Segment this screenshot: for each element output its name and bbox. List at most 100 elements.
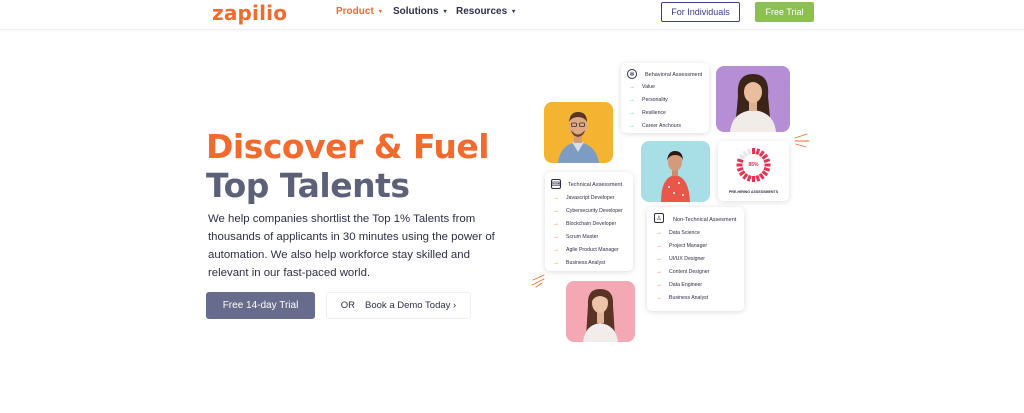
list-item-label: Data Science [669, 229, 700, 236]
free-trial-button[interactable]: Free Trial [755, 2, 814, 22]
list-item-label: UI/UX Designer [669, 255, 706, 262]
arrow-right-icon: → [553, 220, 559, 227]
behavioral-assessment-card: ✻ Behavioral Assessment → Value → Personal… [621, 63, 709, 133]
list-item: → Blockchain Developer [553, 217, 623, 230]
list-item: → Data Engineer [656, 278, 709, 291]
gauge-segment [742, 150, 749, 157]
chevron-down-icon: ▾ [512, 9, 516, 15]
list-item-label: Value [642, 83, 655, 90]
list-item-label: Javascript Developer [566, 194, 615, 201]
gauge-percentage: 85% [748, 162, 759, 168]
chevron-down-icon: ▾ [443, 9, 447, 15]
non-technical-card-title: Non-Technical Assesment [673, 217, 737, 223]
candidate-photo-woman-pink [566, 281, 635, 342]
gauge-segment [746, 174, 752, 182]
technical-items-list: → Javascript Developer → Cybersecurity Dev… [553, 191, 623, 269]
list-item: → Scrum Master [553, 230, 623, 243]
list-item: → Personality [629, 93, 681, 106]
non-technical-items-list: → Data Science → Project Manager → UI/UX De… [656, 226, 709, 304]
arrow-right-icon: → [656, 242, 662, 249]
list-item-label: Career Anchours [642, 122, 681, 129]
list-item-label: Cybersecurity Developer [566, 207, 623, 214]
behavioral-items-list: → Value → Personality → Resilience → Career … [629, 80, 681, 132]
arrow-right-icon: → [553, 246, 559, 253]
candidate-photo-man [544, 102, 613, 163]
arrow-right-icon: → [553, 259, 559, 266]
book-demo-button[interactable]: OR Book a Demo Today › [326, 292, 471, 319]
list-item: → Project Manager [656, 239, 709, 252]
arrow-right-icon: → [553, 207, 559, 214]
nav-product[interactable]: Product ▾ [336, 6, 382, 17]
hero-title-line1: Discover & Fuel [206, 127, 490, 166]
list-item-label: Business Analyst [669, 294, 709, 301]
candidate-photo-woman-purple [716, 66, 790, 132]
arrow-right-icon: → [629, 122, 635, 129]
gauge-segment [755, 174, 761, 182]
nav-resources-label: Resources [456, 6, 508, 17]
list-item: → Cybersecurity Developer [553, 204, 623, 217]
list-item: → Career Anchours [629, 119, 681, 132]
hero-title-line2: Top Talents [206, 166, 410, 205]
list-item: → Agile Product Manager [553, 243, 623, 256]
behavioral-card-title: Behavioral Assessment [645, 72, 703, 78]
or-label: OR [340, 300, 356, 311]
zapilio-logo[interactable]: zapilio [212, 1, 287, 25]
gauge-segment [763, 166, 771, 172]
nav-product-label: Product [336, 6, 374, 17]
list-item-label: Content Designer [669, 268, 710, 275]
arrow-right-icon: → [553, 194, 559, 201]
gauge-segment [742, 173, 749, 180]
gauge-segment [761, 170, 769, 177]
nav-resources[interactable]: Resources ▾ [456, 6, 515, 17]
brain-icon: ✻ [627, 69, 637, 79]
gauge-segment [758, 173, 765, 180]
arrow-right-icon: → [553, 233, 559, 240]
list-item-label: Project Manager [669, 242, 708, 249]
gauge-segment [761, 153, 769, 160]
gauge-segment [746, 148, 752, 156]
gauge-segment [758, 150, 765, 157]
chevron-down-icon: ▾ [378, 9, 382, 15]
spark-lines-decoration [531, 274, 545, 288]
arrow-right-icon: → [629, 109, 635, 116]
hero-description: We help companies shortlist the Top 1% T… [208, 213, 495, 279]
list-item-label: Data Engineer [669, 281, 703, 288]
nav-solutions[interactable]: Solutions ▾ [393, 6, 447, 17]
list-item: → Content Designer [656, 265, 709, 278]
technical-assessment-card: ⌨ Technical Assessment → Javascript Devel… [545, 172, 633, 271]
list-item-label: Agile Product Manager [566, 246, 619, 253]
gauge-segment [755, 148, 761, 156]
list-item: → Business Analyst [553, 256, 623, 269]
gauge-caption: PRE-HIRING ASSESSMENTS [728, 190, 779, 194]
list-item: → Business Analyst [656, 291, 709, 304]
arrow-right-icon: → [656, 229, 662, 236]
top-navigation-bar: zapilio Product ▾ Solutions ▾ Resources … [0, 0, 1024, 30]
list-item-label: Resilience [642, 109, 666, 116]
spark-lines-decoration [794, 133, 810, 148]
for-individuals-button[interactable]: For Individuals [661, 2, 740, 22]
pre-hiring-gauge-card: 85% PRE-HIRING ASSESSMENTS [718, 141, 789, 201]
nav-solutions-label: Solutions [393, 6, 439, 17]
list-item-label: Scrum Master [566, 233, 599, 240]
list-item-label: Blockchain Developer [566, 220, 617, 227]
arrow-right-icon: → [629, 83, 635, 90]
list-item-label: Business Analyst [566, 259, 606, 266]
technical-card-title: Technical Assessment [568, 182, 623, 188]
candidate-photo-woman-red [641, 141, 710, 202]
gauge-segment [738, 170, 746, 177]
list-item: → Resilience [629, 106, 681, 119]
arrow-right-icon: → [656, 255, 662, 262]
person-lock-icon: ♙ [654, 213, 664, 223]
gauge-segment [738, 153, 746, 160]
arrow-right-icon: → [656, 268, 662, 275]
arrow-right-icon: → [656, 281, 662, 288]
list-item: → Data Science [656, 226, 709, 239]
arrow-right-icon: → [629, 96, 635, 103]
list-item: → Javascript Developer [553, 191, 623, 204]
free-14-day-trial-button[interactable]: Free 14-day Trial [206, 292, 315, 319]
list-item: → Value [629, 80, 681, 93]
gauge-segment [736, 166, 744, 172]
list-item-label: Personality [642, 96, 668, 103]
arrow-right-icon: → [656, 294, 662, 301]
list-item: → UI/UX Designer [656, 252, 709, 265]
